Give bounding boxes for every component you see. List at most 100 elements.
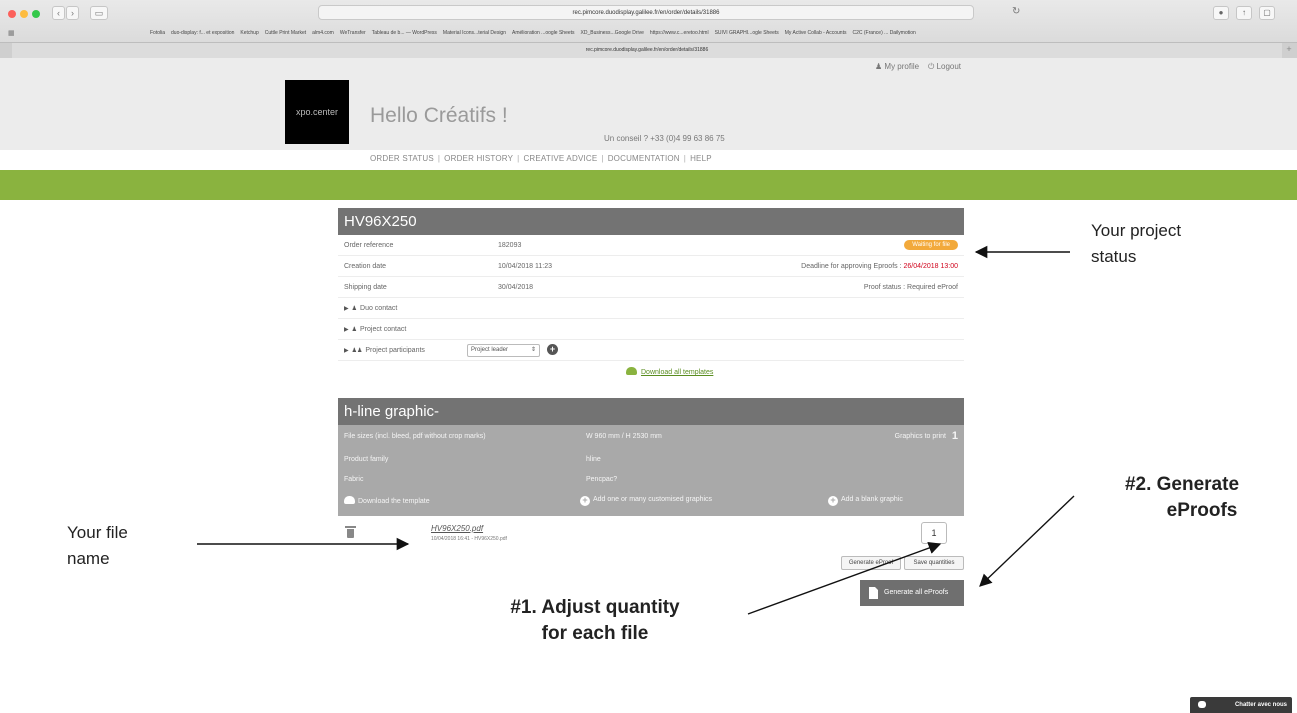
project-participants-label: Project participants <box>365 347 425 354</box>
bookmark-item[interactable]: Ketchup <box>240 30 258 36</box>
trash-icon[interactable] <box>345 526 356 538</box>
add-customised-graphics-link[interactable]: + Add one or many customised graphics <box>580 496 712 506</box>
nav-help[interactable]: HELP <box>690 154 712 163</box>
forward-button[interactable]: › <box>66 6 79 20</box>
nav-separator: | <box>437 154 441 163</box>
bookmark-item[interactable]: SUIVI GRAPHI...ogle Sheets <box>715 30 779 36</box>
status-badge: Waiting for file <box>904 240 958 250</box>
logout-link[interactable]: Logout <box>937 62 961 71</box>
nav-documentation[interactable]: DOCUMENTATION <box>608 154 680 163</box>
annotation-file-name: Your file name <box>67 520 128 572</box>
expand-triangle-icon: ▶ <box>344 327 349 333</box>
download-template-label: Download the template <box>358 498 430 505</box>
bookmark-item[interactable]: Material Icons...terial Design <box>443 30 506 36</box>
deadline-value: 26/04/2018 13:00 <box>903 263 959 270</box>
project-contact-toggle[interactable]: ▶ ♟ Project contact <box>344 326 406 333</box>
chat-widget-button[interactable]: Chatter avec nous <box>1190 697 1292 713</box>
annotation-step2-line1: #2. Generate <box>1124 474 1240 495</box>
bookmark-item[interactable]: alm4.com <box>312 30 334 36</box>
bookmark-item[interactable]: WeTransfer <box>340 30 366 36</box>
back-button[interactable]: ‹ <box>52 6 65 20</box>
add-blank-label: Add a blank graphic <box>841 496 903 503</box>
file-sizes-label: File sizes (incl. bleed, pdf without cro… <box>344 433 486 440</box>
my-profile-link[interactable]: My profile <box>884 62 919 71</box>
duo-contact-row[interactable]: ▶ ♟ Duo contact <box>338 298 964 319</box>
project-contact-label: Project contact <box>360 326 407 333</box>
nav-order-history[interactable]: ORDER HISTORY <box>444 154 513 163</box>
graphic-details: File sizes (incl. bleed, pdf without cro… <box>338 425 964 516</box>
add-customised-label: Add one or many customised graphics <box>593 496 713 503</box>
order-reference-label: Order reference <box>344 242 394 249</box>
expand-triangle-icon: ▶ <box>344 306 349 312</box>
project-contact-row[interactable]: ▶ ♟ Project contact <box>338 319 964 340</box>
add-blank-graphic-link[interactable]: + Add a blank graphic <box>828 496 903 506</box>
download-all-label: Download all templates <box>641 369 714 376</box>
annotation-project-status: Your project status <box>1091 218 1181 270</box>
annotation-file-line1: Your file <box>67 523 128 542</box>
annotation-status-line1: Your project <box>1091 221 1182 240</box>
nav-separator: | <box>683 154 687 163</box>
bookmark-item[interactable]: Fotolia <box>150 30 165 36</box>
logo[interactable]: xpo.center <box>285 80 349 144</box>
bookmark-item[interactable]: duo-display: f... et exposition <box>171 30 234 36</box>
power-icon: ⏻ <box>927 62 935 71</box>
download-template-link[interactable]: Download the template <box>344 496 430 505</box>
bookmarks-grid-icon[interactable]: ▦ <box>8 29 15 37</box>
graphics-to-print-value: 1 <box>951 430 958 442</box>
bookmark-item[interactable]: My Active Collab - Accounts <box>785 30 847 36</box>
participant-role-select[interactable]: Project leader ⇕ <box>467 344 540 357</box>
file-row: HV96X250.pdf 10/04/2018 16:41 - HV96X250… <box>338 516 964 550</box>
share-icon[interactable]: ↑ <box>1236 6 1252 20</box>
add-participant-icon[interactable]: + <box>547 344 558 355</box>
advice-phone: Un conseil ? +33 (0)4 99 63 86 75 <box>604 134 725 143</box>
file-name-link[interactable]: HV96X250.pdf <box>431 524 483 533</box>
plus-circle-icon: + <box>580 496 590 506</box>
screenshot-stage: ‹ › ▭ rec.pimcore.duodisplay.galilee.fr/… <box>0 0 1297 713</box>
bookmark-list: Fotolia duo-display: f... et exposition Ke… <box>150 30 922 36</box>
url-bar[interactable]: rec.pimcore.duodisplay.galilee.fr/en/ord… <box>318 5 974 20</box>
extension-icon[interactable]: ● <box>1213 6 1229 20</box>
project-participants-toggle[interactable]: ▶ ♟♟ Project participants <box>344 347 425 354</box>
quantity-input[interactable]: 1 <box>921 522 947 544</box>
nav-separator: | <box>517 154 520 163</box>
file-sizes-value: W 960 mm / H 2530 mm <box>586 433 662 440</box>
user-menu: ♟ My profile ⏻ Logout <box>875 62 961 72</box>
deadline: Deadline for approving Eproofs : 26/04/2… <box>801 263 958 270</box>
nav-separator: | <box>601 154 604 163</box>
nav-order-status[interactable]: ORDER STATUS <box>370 154 434 163</box>
bookmark-item[interactable]: Amélioration ...oogle Sheets <box>512 30 575 36</box>
save-quantities-button[interactable]: Save quantities <box>904 556 964 570</box>
creation-date-row: Creation date 10/04/2018 11:23 Deadline … <box>338 256 964 277</box>
generate-eproof-button[interactable]: Generate eProof <box>841 556 901 570</box>
sidebar-toggle-icon[interactable]: ▭ <box>90 6 108 20</box>
active-tab[interactable]: rec.pimcore.duodisplay.galilee.fr/en/ord… <box>12 43 1282 58</box>
fabric-value: Pencpac? <box>586 476 618 483</box>
download-all-templates-link[interactable]: Download all templates <box>626 367 713 376</box>
plus-circle-icon: + <box>828 496 838 506</box>
annotation-step1-line2: for each file <box>541 623 649 644</box>
close-window-button[interactable] <box>8 10 16 18</box>
tabs-overview-icon[interactable]: ▢ <box>1259 6 1275 20</box>
graphics-to-print-label: Graphics to print <box>894 433 946 440</box>
zoom-window-button[interactable] <box>32 10 40 18</box>
user-icon: ♟ <box>351 327 358 333</box>
new-tab-icon[interactable]: + <box>1283 44 1295 56</box>
generate-all-eproofs-button[interactable]: Generate all eProofs <box>860 580 964 606</box>
bookmark-item[interactable]: Cuttle Print Market <box>265 30 306 36</box>
browser-chrome: ‹ › ▭ rec.pimcore.duodisplay.galilee.fr/… <box>0 0 1297 58</box>
user-icon: ♟ <box>351 306 358 312</box>
product-family-label: Product family <box>344 456 389 463</box>
bookmark-item[interactable]: XD_Business...Google Drive <box>581 30 644 36</box>
annotation-step2: #2. Generate eProofs <box>1082 472 1282 524</box>
minimize-window-button[interactable] <box>20 10 28 18</box>
duo-contact-toggle[interactable]: ▶ ♟ Duo contact <box>344 305 397 312</box>
project-participants-row: ▶ ♟♟ Project participants Project leader ⇕ … <box>338 340 964 361</box>
file-meta: 10/04/2018 16:41 - HV96X250.pdf <box>431 536 507 542</box>
bookmark-item[interactable]: https://www.c...eretoo.html <box>650 30 709 36</box>
bookmark-item[interactable]: Tableau de b... — WordPress <box>372 30 437 36</box>
reload-icon[interactable]: ↻ <box>1012 6 1020 17</box>
nav-creative-advice[interactable]: CREATIVE ADVICE <box>523 154 597 163</box>
bookmark-item[interactable]: C2C (France) ... Dailymotion <box>852 30 915 36</box>
annotation-status-line2: status <box>1091 247 1137 266</box>
creation-date-label: Creation date <box>344 263 387 270</box>
